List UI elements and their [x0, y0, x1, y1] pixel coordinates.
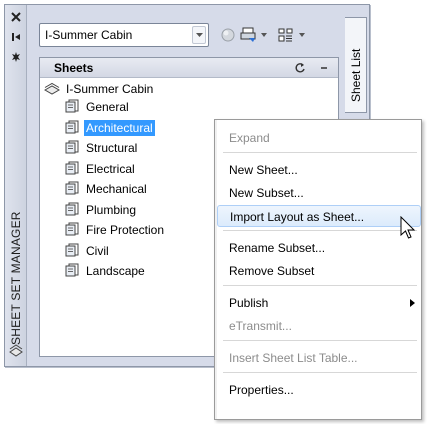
tree-item-label: Plumbing — [86, 202, 137, 217]
sheet-set-dropdown[interactable]: I-Summer Cabin — [39, 23, 209, 47]
tree-root-label: I-Summer Cabin — [66, 82, 154, 96]
mouse-cursor-icon — [400, 216, 416, 239]
menu-separator — [223, 230, 417, 231]
menu-item[interactable]: New Subset... — [217, 182, 421, 204]
menu-item-label: Insert Sheet List Table... — [229, 351, 358, 365]
collapse-icon[interactable] — [318, 62, 330, 74]
menu-item-label: New Subset... — [229, 186, 304, 200]
context-menu: Expand New Sheet... New Subset... Import La… — [214, 119, 422, 420]
sheet-set-dropdown-value: I-Summer Cabin — [45, 28, 133, 42]
close-icon[interactable] — [10, 11, 22, 23]
menu-item-label: Rename Subset... — [229, 241, 326, 255]
subset-icon — [65, 181, 79, 195]
tree-header: Sheets — [40, 58, 338, 78]
tree-item-label: Mechanical — [86, 182, 147, 196]
menu-item[interactable]: Remove Subset — [217, 260, 421, 282]
sheet-selections-dropdown-icon[interactable] — [299, 33, 305, 37]
auto-hide-icon[interactable] — [10, 31, 22, 43]
menu-item[interactable]: Import Layout as Sheet... — [217, 205, 421, 227]
palette-title: SHEET SET MANAGER — [9, 211, 23, 345]
sheet-selections-icon[interactable] — [277, 26, 295, 44]
menu-item-label: Properties... — [229, 383, 294, 397]
properties-icon[interactable] — [10, 51, 22, 63]
tab-sheet-list-label: Sheet List — [349, 48, 363, 102]
menu-item-label: Import Layout as Sheet... — [230, 210, 365, 224]
menu-item[interactable]: Rename Subset... — [217, 237, 421, 259]
chevron-down-icon — [196, 33, 203, 37]
tree-item-label: General — [86, 100, 129, 114]
tree-item-label: Civil — [86, 243, 109, 258]
menu-item-label: Publish — [229, 296, 269, 310]
menu-separator — [223, 372, 417, 373]
menu-item-label: New Sheet... — [229, 163, 298, 177]
subset-icon — [65, 140, 79, 154]
subset-icon — [65, 120, 79, 133]
subset-icon — [65, 161, 79, 174]
menu-item: Expand — [217, 127, 421, 149]
menu-item-label: eTransmit... — [229, 319, 292, 333]
tab-sheet-list[interactable]: Sheet List — [345, 17, 367, 113]
sheet-set-icon — [44, 82, 60, 95]
publish-icon[interactable] — [239, 26, 257, 44]
palette-title-strip: SHEET SET MANAGER — [5, 5, 27, 366]
submenu-arrow-icon — [410, 299, 415, 307]
subset-icon — [65, 263, 79, 277]
toolbar: I-Summer Cabin — [39, 23, 339, 49]
menu-item[interactable]: Properties... — [217, 379, 421, 401]
sheet-set-icon — [9, 344, 23, 357]
menu-separator — [223, 285, 417, 286]
tree-item-label: Architectural — [84, 119, 155, 136]
tree-item-label: Landscape — [86, 264, 145, 278]
menu-separator — [223, 152, 417, 153]
menu-item[interactable]: Publish — [217, 292, 421, 314]
menu-item: Insert Sheet List Table... — [217, 347, 421, 369]
dropdown-button[interactable] — [192, 26, 206, 44]
subset-icon — [65, 243, 79, 256]
model-view-icon[interactable] — [219, 26, 237, 44]
menu-item[interactable]: New Sheet... — [217, 159, 421, 181]
publish-dropdown-icon[interactable] — [261, 33, 267, 37]
menu-separator — [223, 340, 417, 341]
tree-item-label: Structural — [86, 141, 138, 155]
tree-item-label: Fire Protection — [86, 223, 165, 237]
tree-item-label: Electrical — [86, 161, 135, 176]
subset-icon — [65, 202, 79, 215]
subset-icon — [65, 222, 79, 236]
menu-item: eTransmit... — [217, 315, 421, 337]
tree-header-label: Sheets — [54, 61, 94, 75]
subset-icon — [65, 99, 79, 113]
refresh-icon[interactable] — [294, 62, 306, 74]
menu-item-label: Expand — [229, 131, 270, 145]
menu-item-label: Remove Subset — [229, 264, 315, 278]
